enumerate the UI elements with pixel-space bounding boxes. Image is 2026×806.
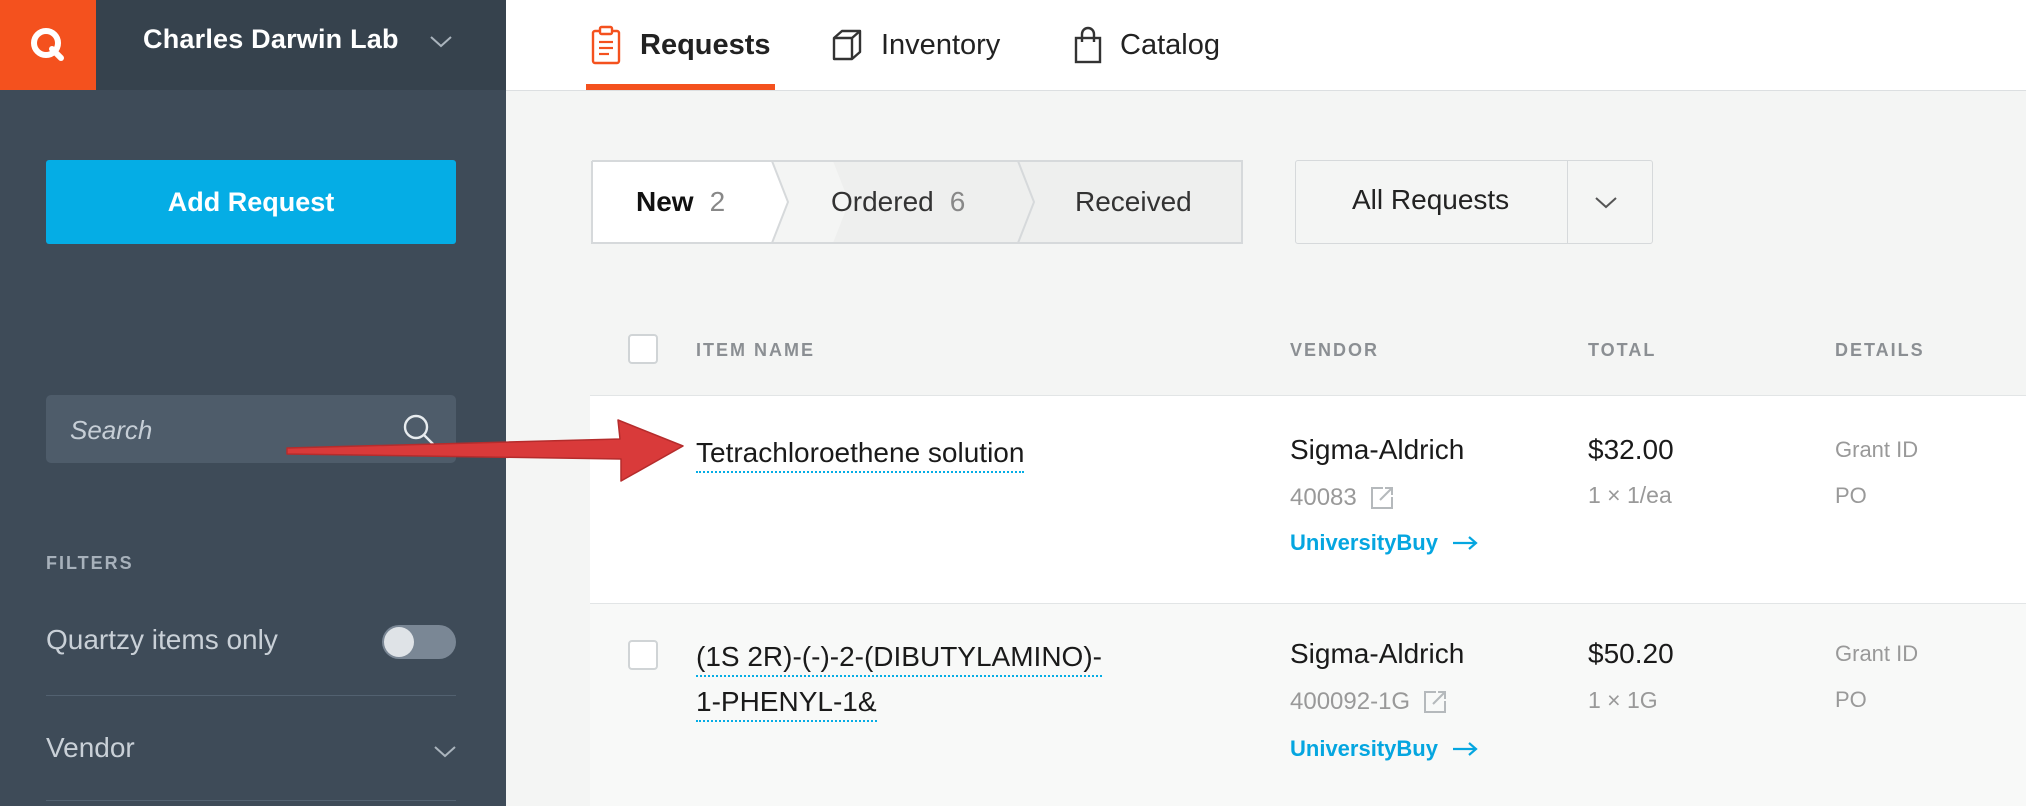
item-name[interactable]: (1S 2R)-(-)-2-(DIBUTYLAMINO)- 1-PHENYL-1…	[696, 634, 1102, 724]
status-tab-count: 2	[709, 186, 726, 217]
status-tab-label: New	[636, 186, 694, 217]
table-row[interactable]: (1S 2R)-(-)-2-(DIBUTYLAMINO)- 1-PHENYL-1…	[590, 603, 2026, 806]
catalog-number-text: 40083	[1290, 484, 1357, 511]
chevron-down-icon[interactable]	[428, 28, 454, 54]
grant-id-label[interactable]: Grant ID	[1835, 641, 1918, 667]
status-tab-ordered[interactable]: Ordered 6	[831, 160, 965, 244]
item-name[interactable]: Tetrachloroethene solution	[696, 430, 1025, 475]
item-name-link[interactable]: 1-PHENYL-1&	[696, 686, 877, 722]
purchase-link-label: UniversityBuy	[1290, 736, 1438, 761]
catalog-number[interactable]: 40083	[1290, 484, 1395, 512]
dropdown-separator	[1567, 161, 1568, 243]
quantity: 1 × 1G	[1588, 687, 1658, 713]
status-tab-label: Received	[1075, 186, 1192, 217]
arrow-right-icon	[1452, 742, 1478, 756]
column-header-vendor[interactable]: VENDOR	[1290, 340, 1379, 361]
divider	[46, 800, 456, 801]
table-row[interactable]: Tetrachloroethene solution Sigma-Aldrich…	[590, 395, 2026, 603]
status-tab-count: 6	[949, 186, 966, 217]
clipboard-icon	[591, 25, 621, 65]
request-filter-value: All Requests	[1352, 184, 1510, 215]
tab-label: Requests	[640, 28, 771, 61]
vendor-name: Sigma-Aldrich	[1290, 434, 1465, 465]
status-tabs: New 2 Ordered 6 Received	[590, 160, 1243, 244]
active-tab-indicator	[586, 84, 775, 90]
status-tab-received[interactable]: Received	[1075, 160, 1192, 244]
arrow-right-icon	[1452, 536, 1478, 550]
select-all-checkbox[interactable]	[628, 334, 658, 364]
catalog-number[interactable]: 400092-1G	[1290, 688, 1448, 716]
sidebar: Charles Darwin Lab Add Request FILTERS Q…	[0, 0, 506, 806]
quantity: 1 × 1/ea	[1588, 482, 1672, 508]
vendor-filter-label[interactable]: Vendor	[46, 732, 135, 764]
external-link-icon[interactable]	[1422, 689, 1448, 715]
tab-catalog[interactable]: Catalog	[1074, 0, 1220, 90]
column-header-item-name[interactable]: ITEM NAME	[696, 340, 815, 361]
quartzy-items-only-toggle[interactable]	[382, 625, 456, 659]
top-navigation: Requests Inventory Catalog	[506, 0, 2026, 91]
row-checkbox[interactable]	[628, 640, 658, 670]
lab-name[interactable]: Charles Darwin Lab	[143, 24, 399, 55]
catalog-number-text: 400092-1G	[1290, 688, 1411, 715]
universitybuy-link[interactable]: UniversityBuy	[1290, 530, 1478, 556]
status-tab-label: Ordered	[831, 186, 934, 217]
grant-id-label[interactable]: Grant ID	[1835, 437, 1918, 463]
tab-label: Inventory	[881, 28, 1001, 61]
shopping-bag-icon	[1074, 26, 1102, 64]
quartzy-logo[interactable]	[0, 0, 96, 90]
total-price: $50.20	[1588, 638, 1674, 669]
chevron-down-icon[interactable]	[432, 738, 458, 764]
status-tab-new[interactable]: New 2	[636, 160, 725, 244]
tab-label: Catalog	[1120, 28, 1220, 61]
tab-inventory[interactable]: Inventory	[831, 0, 1000, 90]
quartzy-items-only-label: Quartzy items only	[46, 624, 278, 655]
item-name-link[interactable]: Tetrachloroethene solution	[696, 437, 1025, 473]
chevron-down-icon[interactable]	[1593, 189, 1619, 215]
item-name-link[interactable]: (1S 2R)-(-)-2-(DIBUTYLAMINO)-	[696, 641, 1102, 677]
add-request-button[interactable]: Add Request	[46, 160, 456, 244]
q-logo-icon	[31, 28, 64, 61]
po-label[interactable]: PO	[1835, 483, 1867, 509]
divider	[46, 695, 456, 696]
column-header-details[interactable]: DETAILS	[1835, 340, 1925, 361]
annotation-arrow-icon	[286, 419, 684, 482]
request-filter-dropdown[interactable]: All Requests	[1295, 160, 1653, 244]
box-icon	[832, 29, 862, 61]
external-link-icon[interactable]	[1369, 485, 1395, 511]
tab-requests[interactable]: Requests	[590, 0, 771, 90]
vendor-name: Sigma-Aldrich	[1290, 638, 1465, 669]
purchase-link-label: UniversityBuy	[1290, 530, 1438, 555]
toggle-knob	[384, 627, 414, 657]
po-label[interactable]: PO	[1835, 687, 1867, 713]
total-price: $32.00	[1588, 434, 1674, 465]
column-header-total[interactable]: TOTAL	[1588, 340, 1656, 361]
filters-heading: FILTERS	[46, 553, 134, 573]
universitybuy-link[interactable]: UniversityBuy	[1290, 736, 1478, 762]
